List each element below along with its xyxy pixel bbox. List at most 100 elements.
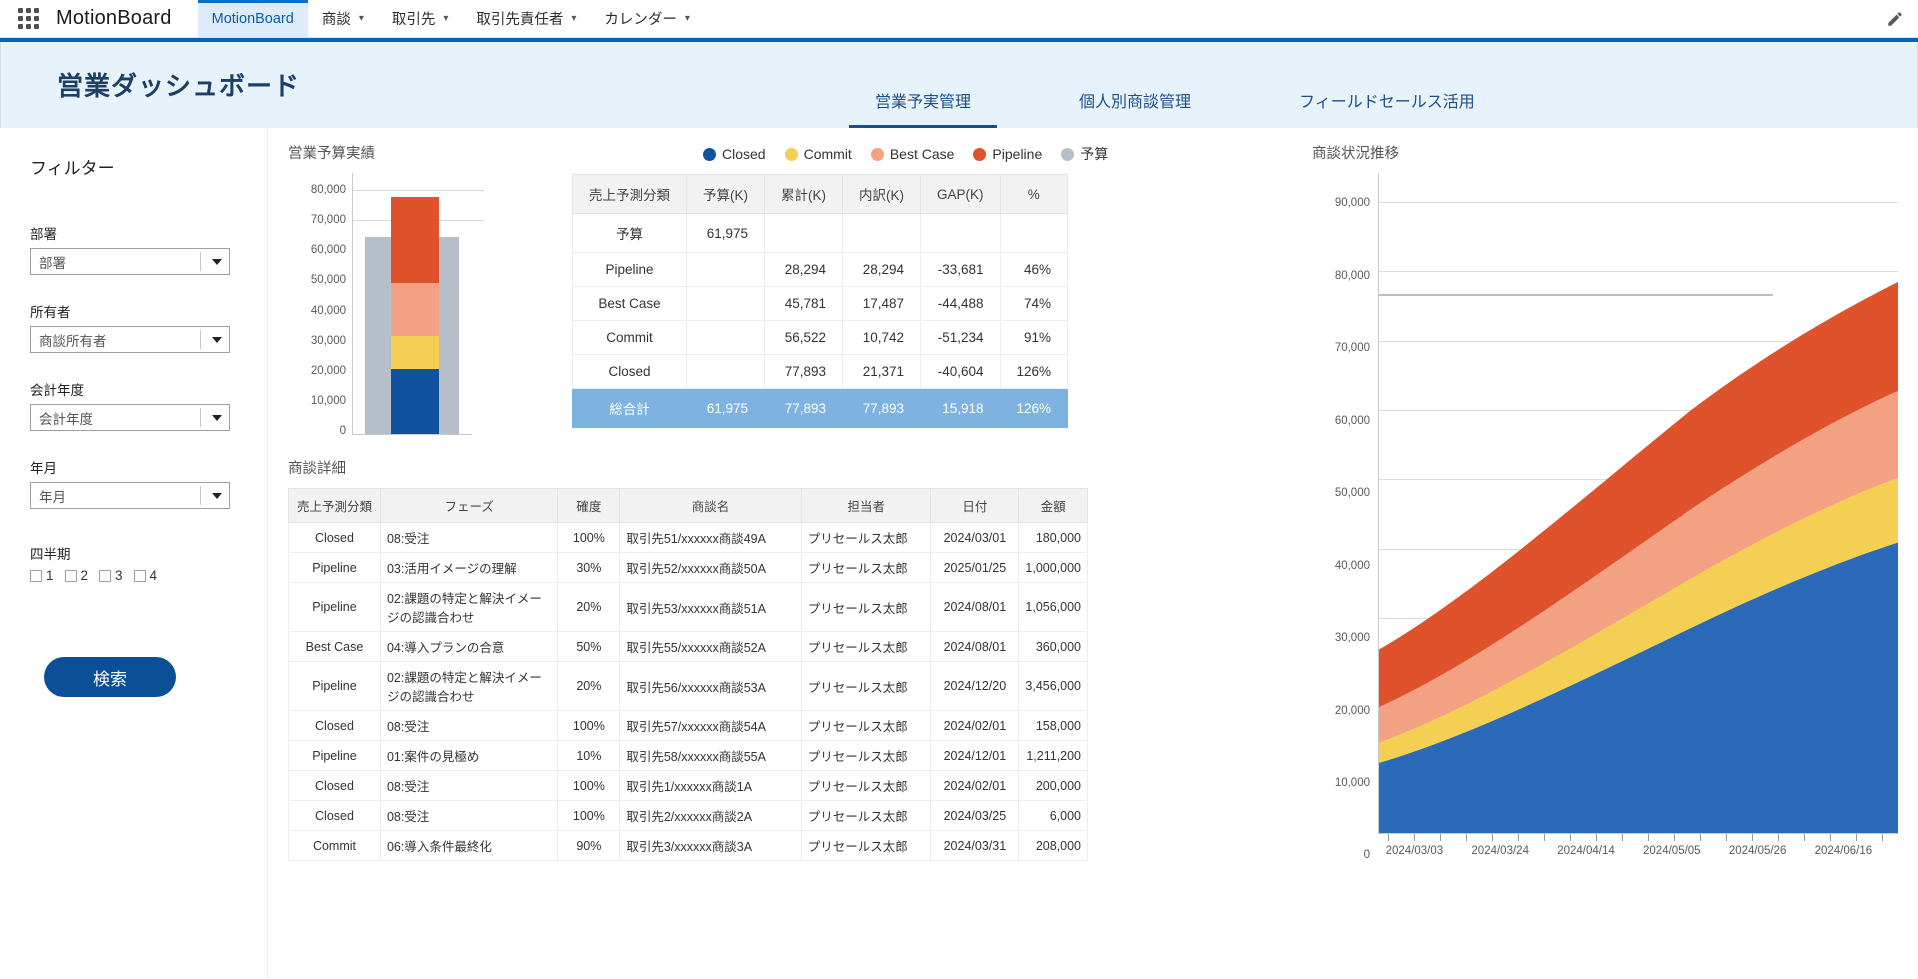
col-header-probability: 確度 bbox=[558, 489, 620, 523]
quarter-checkbox-3[interactable] bbox=[99, 570, 111, 582]
nav-item-motionboard[interactable]: MotionBoard bbox=[198, 0, 308, 37]
area-x-tick-marks bbox=[1378, 833, 1898, 841]
table-row[interactable]: Commit 06:導入条件最終化 90% 取引先3/xxxxxx商談3A プリ… bbox=[289, 831, 1088, 861]
cell-cumulative bbox=[765, 214, 843, 253]
cell-probability: 100% bbox=[558, 523, 620, 553]
cell-phase: 03:活用イメージの理解 bbox=[380, 553, 557, 583]
col-header-cumulative: 累計(K) bbox=[765, 175, 843, 214]
legend-swatch bbox=[1061, 148, 1074, 161]
table-row[interactable]: Closed 08:受注 100% 取引先2/xxxxxx商談2A プリセールス… bbox=[289, 801, 1088, 831]
cell-budget bbox=[687, 287, 765, 321]
filter-group-busho: 部署 部署 bbox=[30, 223, 267, 275]
table-row[interactable]: Commit 56,522 10,742 -51,234 91% bbox=[573, 321, 1068, 355]
cell-opportunity-name: 取引先57/xxxxxx商談54A bbox=[620, 711, 801, 741]
y-tick-label: 0 bbox=[1364, 849, 1370, 861]
nengetsu-select-value: 年月 bbox=[39, 486, 66, 506]
table-row[interactable]: Closed 08:受注 100% 取引先1/xxxxxx商談1A プリセールス… bbox=[289, 771, 1088, 801]
y-tick-label: 30,000 bbox=[1335, 632, 1370, 644]
search-button[interactable]: 検索 bbox=[44, 657, 176, 697]
y-tick-label: 80,000 bbox=[1335, 270, 1370, 282]
cell-cumulative: 56,522 bbox=[765, 321, 843, 355]
shoyusha-select[interactable]: 商談所有者 bbox=[30, 326, 230, 353]
pencil-edit-icon[interactable] bbox=[1886, 0, 1904, 37]
quarter-checkbox-4[interactable] bbox=[134, 570, 146, 582]
busho-select[interactable]: 部署 bbox=[30, 248, 230, 275]
cell-breakdown: 77,893 bbox=[843, 389, 921, 428]
chevron-down-icon bbox=[212, 337, 222, 343]
cell-phase: 02:課題の特定と解決イメージの認識合わせ bbox=[380, 583, 557, 632]
cell-amount: 1,056,000 bbox=[1019, 583, 1088, 632]
cell-amount: 1,211,200 bbox=[1019, 741, 1088, 771]
nav-item-calendar[interactable]: カレンダー ▾ bbox=[590, 0, 704, 37]
bar-segment-closed[interactable] bbox=[391, 369, 439, 434]
cell-amount: 158,000 bbox=[1019, 711, 1088, 741]
table-row[interactable]: Pipeline 02:課題の特定と解決イメージの認識合わせ 20% 取引先53… bbox=[289, 583, 1088, 632]
col-header-owner: 担当者 bbox=[801, 489, 931, 523]
cell-category: Commit bbox=[289, 831, 381, 861]
cell-date: 2024/03/25 bbox=[931, 801, 1019, 831]
quarter-checkbox-2[interactable] bbox=[65, 570, 77, 582]
legend-item-budget[interactable]: 予算 bbox=[1061, 144, 1108, 164]
cell-phase: 06:導入条件最終化 bbox=[380, 831, 557, 861]
tab-field-sales-katsuyo[interactable]: フィールドセールス活用 bbox=[1273, 88, 1501, 128]
cell-owner: プリセールス太郎 bbox=[801, 662, 931, 711]
table-row[interactable]: Pipeline 03:活用イメージの理解 30% 取引先52/xxxxxx商談… bbox=[289, 553, 1088, 583]
cell-owner: プリセールス太郎 bbox=[801, 523, 931, 553]
cell-phase: 08:受注 bbox=[380, 801, 557, 831]
table-row[interactable]: Pipeline 02:課題の特定と解決イメージの認識合わせ 20% 取引先56… bbox=[289, 662, 1088, 711]
top-navigation-bar: MotionBoard MotionBoard 商談 ▾ 取引先 ▾ 取引先責任… bbox=[0, 0, 1918, 38]
cell-date: 2024/08/01 bbox=[931, 583, 1019, 632]
bar-segment-bestcase[interactable] bbox=[391, 283, 439, 336]
col-header-phase: フェーズ bbox=[380, 489, 557, 523]
nav-item-label: 取引先 bbox=[392, 8, 436, 29]
y-tick-label: 30,000 bbox=[311, 335, 346, 347]
legend-item-closed[interactable]: Closed bbox=[703, 146, 766, 162]
cell-category: Pipeline bbox=[289, 662, 381, 711]
quarter-checkbox-1[interactable] bbox=[30, 570, 42, 582]
y-tick-label: 20,000 bbox=[311, 365, 346, 377]
apps-grid-icon[interactable] bbox=[0, 0, 56, 37]
dashboard-tabs: 営業予実管理 個人別商談管理 フィールドセールス活用 bbox=[821, 88, 1529, 128]
table-row[interactable]: Closed 08:受注 100% 取引先57/xxxxxx商談54A プリセー… bbox=[289, 711, 1088, 741]
table-row[interactable]: 予算 61,975 bbox=[573, 214, 1068, 253]
nav-item-torihikisaki[interactable]: 取引先 ▾ bbox=[378, 0, 463, 37]
table-row[interactable]: Closed 08:受注 100% 取引先51/xxxxxx商談49A プリセー… bbox=[289, 523, 1088, 553]
legend-item-commit[interactable]: Commit bbox=[785, 146, 852, 162]
col-header-date: 日付 bbox=[931, 489, 1019, 523]
legend-item-pipeline[interactable]: Pipeline bbox=[973, 146, 1042, 162]
cell-category: Best Case bbox=[573, 287, 687, 321]
chevron-down-icon: ▾ bbox=[685, 13, 690, 24]
cell-category: Closed bbox=[573, 355, 687, 389]
cell-category: Closed bbox=[289, 801, 381, 831]
cell-opportunity-name: 取引先52/xxxxxx商談50A bbox=[620, 553, 801, 583]
table-row[interactable]: Best Case 04:導入プランの合意 50% 取引先55/xxxxxx商談… bbox=[289, 632, 1088, 662]
col-header-breakdown: 内訳(K) bbox=[843, 175, 921, 214]
cell-breakdown: 10,742 bbox=[843, 321, 921, 355]
bar-segment-pipeline[interactable] bbox=[391, 197, 439, 283]
y-tick-label: 70,000 bbox=[311, 214, 346, 226]
tab-kojinbetsu-shodan-kanri[interactable]: 個人別商談管理 bbox=[1053, 88, 1217, 128]
table-row[interactable]: Pipeline 01:案件の見極め 10% 取引先58/xxxxxx商談55A… bbox=[289, 741, 1088, 771]
cell-gap: -40,604 bbox=[921, 355, 1001, 389]
bar-segment-commit[interactable] bbox=[391, 336, 439, 369]
col-header-opportunity-name: 商談名 bbox=[620, 489, 801, 523]
nav-item-shodan[interactable]: 商談 ▾ bbox=[308, 0, 378, 37]
col-header-budget: 予算(K) bbox=[687, 175, 765, 214]
legend-item-bestcase[interactable]: Best Case bbox=[871, 146, 955, 162]
table-row[interactable]: Closed 77,893 21,371 -40,604 126% bbox=[573, 355, 1068, 389]
table-row[interactable]: Best Case 45,781 17,487 -44,488 74% bbox=[573, 287, 1068, 321]
cell-percent: 91% bbox=[1000, 321, 1068, 355]
legend-label: Pipeline bbox=[992, 146, 1042, 162]
filter-group-nengetsu: 年月 年月 bbox=[30, 457, 267, 509]
cell-budget bbox=[687, 321, 765, 355]
tab-eigyo-yojitsu-kanri[interactable]: 営業予実管理 bbox=[849, 88, 997, 128]
kaikeinendo-select[interactable]: 会計年度 bbox=[30, 404, 230, 431]
forecast-summary-table: 売上予測分類 予算(K) 累計(K) 内訳(K) GAP(K) % 予算 61,… bbox=[572, 174, 1068, 428]
cell-date: 2024/12/20 bbox=[931, 662, 1019, 711]
quarter-label-3: 3 bbox=[115, 568, 123, 583]
legend-swatch bbox=[703, 148, 716, 161]
cell-amount: 208,000 bbox=[1019, 831, 1088, 861]
table-row[interactable]: Pipeline 28,294 28,294 -33,681 46% bbox=[573, 253, 1068, 287]
nav-item-torihikisaki-sekininsha[interactable]: 取引先責任者 ▾ bbox=[462, 0, 590, 37]
nengetsu-select[interactable]: 年月 bbox=[30, 482, 230, 509]
